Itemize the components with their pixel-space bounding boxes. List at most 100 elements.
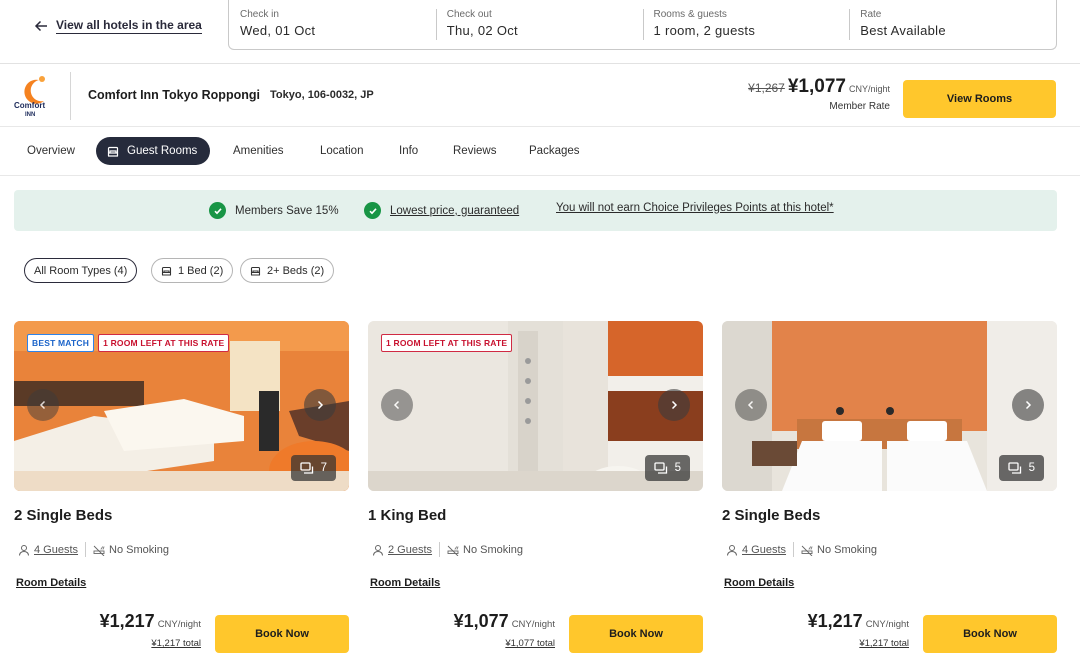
- book-now-button[interactable]: Book Now: [215, 615, 349, 653]
- lowest-price-link[interactable]: Lowest price, guaranteed: [390, 205, 519, 217]
- room-details-link[interactable]: Room Details: [724, 577, 794, 589]
- filter-all-room-types-label: All Room Types (4): [34, 264, 128, 277]
- room-photo[interactable]: 1 ROOM LEFT AT THIS RATE 5: [368, 321, 703, 491]
- room-total-link[interactable]: ¥1,077 total: [454, 638, 555, 649]
- photo-count-button[interactable]: 7: [290, 455, 336, 481]
- room-title: 1 King Bed: [368, 507, 447, 524]
- room-meta: 4 Guests No Smoking: [726, 542, 877, 557]
- view-rooms-button[interactable]: View Rooms: [903, 80, 1056, 118]
- next-photo-button[interactable]: [304, 389, 336, 421]
- room-price-unit: CNY/night: [511, 619, 555, 630]
- member-rate-label: Member Rate: [829, 101, 890, 112]
- room-price-amount: ¥1,217: [99, 611, 155, 631]
- smoking-policy: No Smoking: [109, 543, 169, 556]
- tab-location[interactable]: Location: [320, 137, 363, 165]
- person-icon: [19, 544, 29, 556]
- rooms-left-badge: 1 ROOM LEFT AT THIS RATE: [98, 334, 230, 352]
- photo-count-button[interactable]: 5: [998, 455, 1044, 481]
- room-badges: 1 ROOM LEFT AT THIS RATE: [381, 334, 513, 352]
- meta-divider: [85, 542, 87, 557]
- filter-2-plus-beds[interactable]: 2+ Beds (2): [240, 258, 335, 283]
- room-details-link[interactable]: Room Details: [16, 577, 86, 589]
- chevron-right-icon: [317, 400, 324, 410]
- guests-link[interactable]: 4 Guests: [742, 544, 786, 556]
- no-points-link[interactable]: You will not earn Choice Privileges Poin…: [556, 202, 834, 214]
- rate-field[interactable]: Rate Best Available: [849, 0, 1056, 49]
- tab-amenities[interactable]: Amenities: [233, 137, 284, 165]
- room-price-unit: CNY/night: [157, 619, 201, 630]
- room-details-link[interactable]: Room Details: [370, 577, 440, 589]
- filter-1-bed[interactable]: 1 Bed (2): [151, 258, 234, 283]
- person-icon: [373, 544, 383, 556]
- view-all-hotels-label: View all hotels in the area: [56, 18, 202, 34]
- guests-link[interactable]: 2 Guests: [388, 544, 432, 556]
- check-out-field[interactable]: Check out Thu, 02 Oct: [435, 0, 643, 49]
- hotel-header: Comfort INN Comfort Inn Tokyo Roppongi T…: [0, 64, 1080, 127]
- svg-text:INN: INN: [25, 112, 35, 118]
- rooms-guests-label: Rooms & guests: [653, 9, 727, 20]
- next-photo-button[interactable]: [658, 389, 690, 421]
- room-badges: BEST MATCH 1 ROOM LEFT AT THIS RATE: [27, 334, 230, 352]
- room-total-link[interactable]: ¥1,217 total: [808, 638, 909, 649]
- best-match-badge: BEST MATCH: [27, 334, 95, 352]
- original-price: ¥1,267: [748, 81, 785, 95]
- check-in-label: Check in: [240, 9, 279, 20]
- meta-divider: [793, 542, 795, 557]
- photo-count: 5: [1028, 462, 1035, 474]
- previous-photo-button[interactable]: [27, 389, 59, 421]
- room-photo[interactable]: BEST MATCH 1 ROOM LEFT AT THIS RATE 7: [14, 321, 349, 491]
- room-card: BEST MATCH 1 ROOM LEFT AT THIS RATE 7 2 …: [14, 321, 349, 666]
- rooms-guests-field[interactable]: Rooms & guests 1 room, 2 guests: [642, 0, 850, 49]
- filter-2-plus-beds-label: 2+ Beds (2): [267, 264, 325, 277]
- check-in-field[interactable]: Check in Wed, 01 Oct: [229, 0, 436, 49]
- room-card: 1 ROOM LEFT AT THIS RATE 5 1 King Bed 2 …: [368, 321, 703, 666]
- room-price: ¥1,077 CNY/night ¥1,077 total: [454, 611, 555, 649]
- hotel-address: Tokyo, 106-0032, JP: [270, 89, 374, 101]
- gallery-icon: [653, 462, 667, 474]
- filter-all-room-types[interactable]: All Room Types (4): [24, 258, 138, 283]
- chevron-right-icon: [671, 400, 678, 410]
- hotel-tabs: Overview Guest Rooms Amenities Location …: [0, 127, 1080, 176]
- room-price-unit: CNY/night: [865, 619, 909, 630]
- members-save-text: Members Save 15%: [235, 204, 339, 217]
- gallery-icon: [1007, 462, 1021, 474]
- tab-info[interactable]: Info: [399, 137, 418, 165]
- previous-photo-button[interactable]: [381, 389, 413, 421]
- room-price: ¥1,217 CNY/night ¥1,217 total: [100, 611, 201, 649]
- room-title: 2 Single Beds: [722, 507, 821, 524]
- bed-icon: [161, 266, 172, 276]
- book-now-button[interactable]: Book Now: [923, 615, 1057, 653]
- photo-count: 7: [320, 462, 327, 474]
- tab-overview[interactable]: Overview: [27, 137, 75, 165]
- view-all-hotels-link[interactable]: View all hotels in the area: [34, 16, 202, 36]
- comfort-inn-logo: Comfort INN: [14, 76, 45, 118]
- search-summary: Check in Wed, 01 Oct Check out Thu, 02 O…: [228, 0, 1057, 50]
- no-smoking-icon: [447, 545, 459, 556]
- search-header: View all hotels in the area Check in Wed…: [0, 0, 1080, 64]
- tab-guest-rooms[interactable]: Guest Rooms: [96, 137, 211, 165]
- room-total-link[interactable]: ¥1,217 total: [100, 638, 201, 649]
- previous-photo-button[interactable]: [735, 389, 767, 421]
- check-in-value: Wed, 01 Oct: [240, 23, 316, 38]
- gallery-icon: [299, 462, 313, 474]
- chevron-left-icon: [747, 400, 754, 410]
- photo-count-button[interactable]: 5: [644, 455, 690, 481]
- rooms-left-badge: 1 ROOM LEFT AT THIS RATE: [381, 334, 513, 352]
- room-photo[interactable]: 5: [722, 321, 1057, 491]
- benefits-banner: Members Save 15% Lowest price, guarantee…: [14, 190, 1057, 231]
- no-smoking-icon: [93, 545, 105, 556]
- logo-divider: [70, 72, 71, 120]
- no-smoking-icon: [801, 545, 813, 556]
- meta-divider: [439, 542, 441, 557]
- lowest-price-item: Lowest price, guaranteed: [364, 202, 519, 219]
- bed-icon: [250, 266, 261, 276]
- smoking-policy: No Smoking: [463, 543, 523, 556]
- arrow-left-icon: [34, 20, 47, 32]
- next-photo-button[interactable]: [1012, 389, 1044, 421]
- members-save-item: Members Save 15%: [209, 202, 339, 219]
- tab-reviews[interactable]: Reviews: [453, 137, 496, 165]
- guests-link[interactable]: 4 Guests: [34, 544, 78, 556]
- book-now-button[interactable]: Book Now: [569, 615, 703, 653]
- room-card: 5 2 Single Beds 4 Guests No Smoking Room…: [722, 321, 1057, 666]
- tab-packages[interactable]: Packages: [529, 137, 580, 165]
